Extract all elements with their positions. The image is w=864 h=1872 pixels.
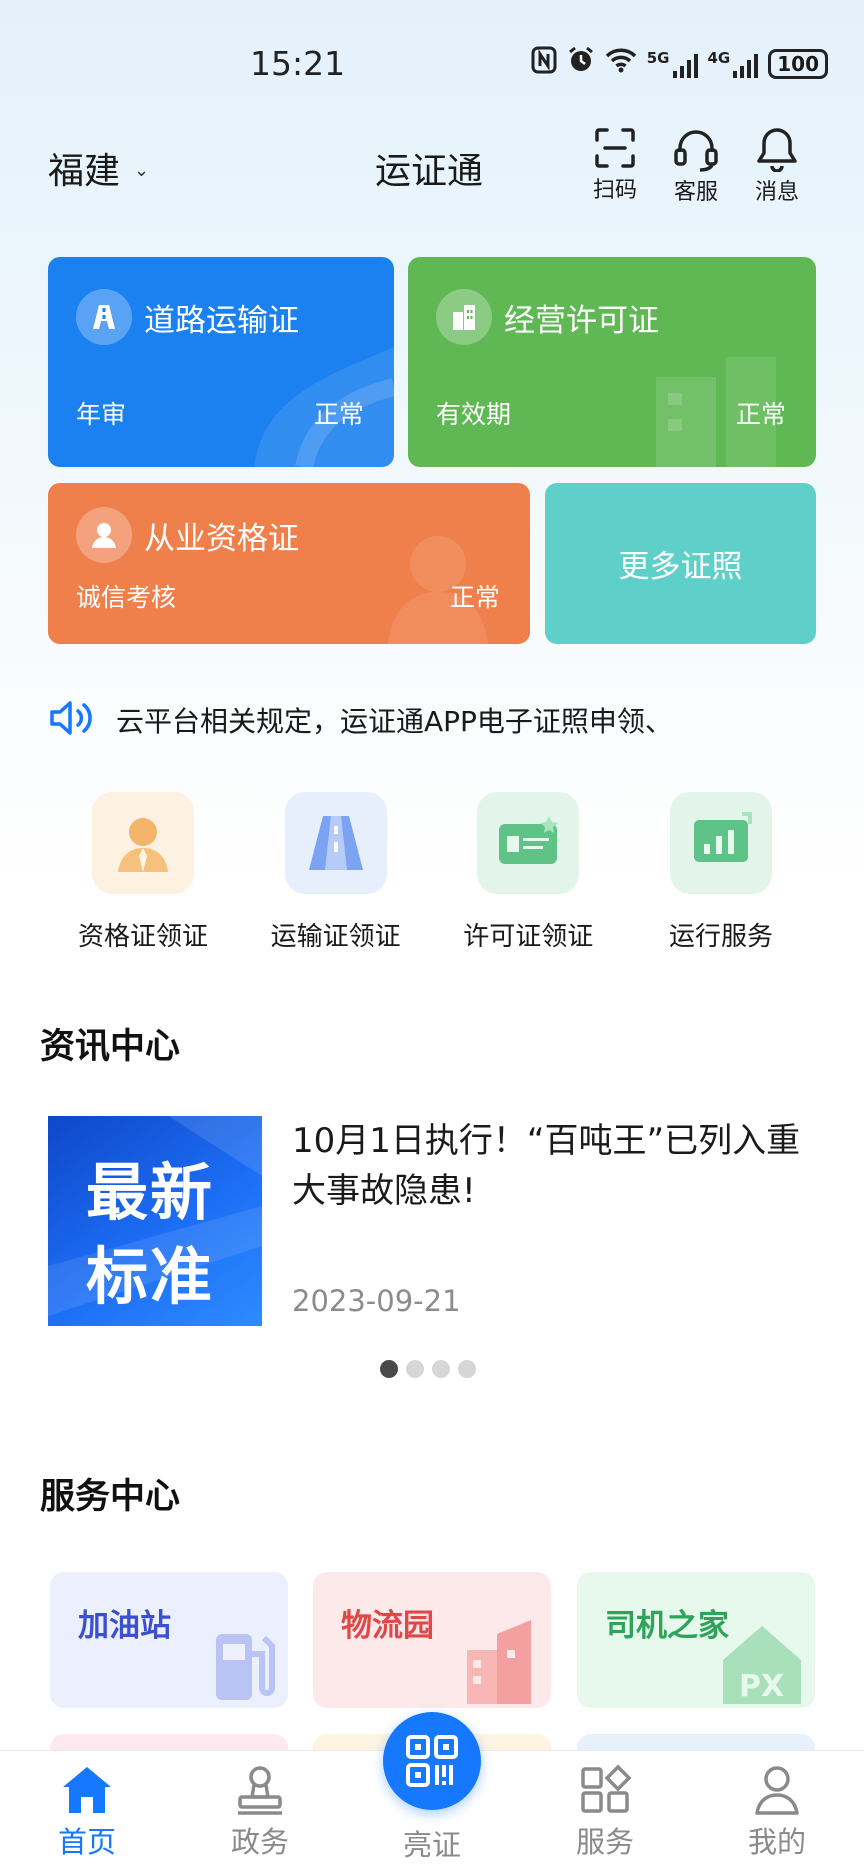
user-icon	[755, 1766, 799, 1815]
carousel-dot[interactable]	[406, 1360, 424, 1378]
service-label: 客服	[673, 180, 718, 205]
status-icons: 5G 4G 100	[531, 46, 828, 81]
road-card-title: 道路运输证	[144, 303, 299, 339]
wifi-icon	[605, 47, 637, 80]
headset-icon	[674, 130, 718, 172]
quick-entries: 资格证领证 运输证领证 许可证领证 运行服务	[48, 792, 816, 953]
app-header: 福建 ⌄ 运证通 扫码 客服 消息	[0, 120, 864, 220]
tab-home[interactable]: 首页	[27, 1763, 147, 1861]
transport-entry-icon	[284, 792, 387, 894]
road-card-sub: 年审	[76, 400, 127, 429]
news-date: 2023-09-21	[292, 1284, 461, 1318]
road-badge	[76, 289, 132, 345]
operation-entry-label: 运行服务	[668, 922, 773, 952]
quick-entry-license[interactable]: 许可证领证	[433, 792, 623, 953]
person-icon	[92, 523, 116, 548]
messages-button[interactable]: 消息	[737, 126, 817, 206]
tab-services-label: 服务	[575, 1825, 634, 1859]
news-center-title: 资讯中心	[40, 1027, 181, 1067]
road-icon	[93, 305, 115, 329]
qualification-entry-icon	[92, 792, 194, 894]
bell-icon	[757, 128, 797, 172]
building-icon	[453, 305, 475, 330]
scan-label: 扫码	[592, 178, 637, 203]
logistics-park-label: 物流园	[341, 1608, 434, 1644]
carousel-dot[interactable]	[458, 1360, 476, 1378]
driver-home-label: 司机之家	[605, 1608, 729, 1644]
fuel-pump-icon	[216, 1634, 275, 1700]
service-logistics-park[interactable]: 物流园	[313, 1572, 551, 1708]
service-driver-home[interactable]: 司机之家 PX	[577, 1572, 815, 1708]
speaker-icon	[48, 698, 104, 742]
chart-board-icon	[669, 792, 772, 894]
notice-text: 云平台相关规定，运证通APP电子证照申领、	[116, 705, 673, 738]
status-time: 15:21	[250, 44, 346, 83]
qualification-card-sub: 诚信考核	[76, 583, 177, 612]
chevron-down-icon: ⌄	[134, 159, 150, 181]
tab-government-label: 政务	[230, 1825, 289, 1859]
nfc-icon	[531, 46, 557, 81]
qualification-badge	[76, 507, 132, 563]
tab-show-license-label[interactable]: 亮证	[372, 1822, 492, 1864]
qualification-card[interactable]: 从业资格证 诚信考核 正常	[48, 483, 530, 644]
quick-entry-transport[interactable]: 运输证领证	[241, 792, 431, 953]
status-bar: 15:21 5G 4G 100	[0, 0, 864, 120]
region-selector[interactable]: 福建 ⌄	[48, 142, 149, 194]
customer-service-button[interactable]: 客服	[656, 126, 736, 206]
signal-4g: 4G	[708, 49, 759, 79]
region-label: 福建	[48, 151, 121, 192]
svg-text:PX: PX	[739, 1669, 784, 1704]
road-watermark-icon	[254, 347, 394, 467]
carousel-dot[interactable]	[432, 1360, 450, 1378]
grid-icon	[581, 1764, 632, 1813]
qualification-entry-label: 资格证领证	[77, 922, 208, 952]
road-transport-card[interactable]: 道路运输证 年审 正常	[48, 257, 394, 467]
stamp-icon	[238, 1766, 282, 1815]
service-gas-station[interactable]: 加油站	[50, 1572, 288, 1708]
business-card-sub: 有效期	[436, 400, 512, 429]
news-title: 10月1日执行！“百吨王”已列入重大事故隐患!	[292, 1121, 801, 1211]
show-license-button[interactable]	[383, 1712, 481, 1810]
more-licenses-label: 更多证照	[618, 549, 743, 585]
news-thumb-line2: 标准	[86, 1240, 215, 1313]
business-card-status: 正常	[735, 400, 786, 429]
qualification-card-status: 正常	[449, 583, 500, 612]
more-licenses-card[interactable]: 更多证照	[545, 483, 816, 644]
building-icon	[467, 1620, 531, 1704]
tab-services[interactable]: 服务	[545, 1763, 665, 1861]
license-card-icon	[477, 792, 580, 894]
carousel-dots	[380, 1360, 476, 1378]
notice-bar[interactable]: 云平台相关规定，运证通APP电子证照申领、	[48, 690, 816, 750]
alarm-icon	[567, 46, 595, 81]
tab-profile[interactable]: 我的	[717, 1763, 837, 1861]
scan-button[interactable]: 扫码	[575, 126, 655, 204]
tab-home-label: 首页	[57, 1825, 116, 1859]
license-entry-label: 许可证领证	[463, 922, 594, 952]
signal-5g: 5G	[647, 49, 698, 79]
house-icon: PX	[723, 1626, 801, 1704]
qr-code-icon	[406, 1735, 458, 1787]
tab-profile-label: 我的	[747, 1825, 806, 1859]
quick-entry-qualification[interactable]: 资格证领证	[48, 792, 238, 953]
transport-entry-label: 运输证领证	[270, 922, 401, 952]
business-license-card[interactable]: 经营许可证 有效期 正常	[408, 257, 816, 467]
messages-label: 消息	[754, 180, 799, 205]
battery-indicator: 100	[768, 48, 828, 79]
service-center-title: 服务中心	[40, 1477, 181, 1517]
road-card-status: 正常	[313, 400, 364, 429]
app-title: 运证通	[375, 151, 484, 192]
business-card-title: 经营许可证	[504, 303, 659, 339]
quick-entry-operation[interactable]: 运行服务	[626, 792, 816, 953]
scan-icon	[595, 128, 635, 168]
business-badge	[436, 289, 492, 345]
home-icon	[63, 1767, 111, 1813]
news-thumbnail: 最新 标准	[48, 1116, 262, 1326]
carousel-dot[interactable]	[380, 1360, 398, 1378]
tab-government[interactable]: 政务	[200, 1763, 320, 1861]
news-thumb-line1: 最新	[86, 1156, 215, 1229]
qualification-card-title: 从业资格证	[144, 521, 299, 557]
news-item[interactable]: 最新 标准 10月1日执行！“百吨王”已列入重大事故隐患! 2023-09-21	[48, 1116, 816, 1326]
gas-station-label: 加油站	[78, 1608, 171, 1644]
